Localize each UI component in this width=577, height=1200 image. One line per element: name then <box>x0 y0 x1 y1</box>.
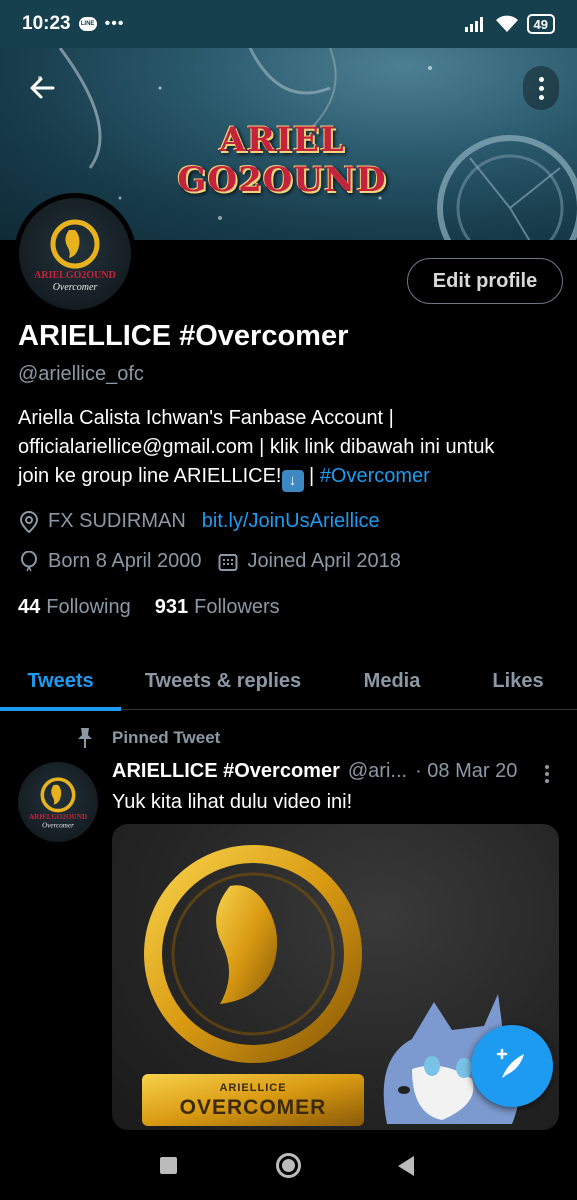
svg-text:Overcomer: Overcomer <box>53 282 98 293</box>
tweet-text: Yuk kita lihat dulu video ini! <box>112 791 353 813</box>
battery-icon: 49 <box>526 14 555 34</box>
bio-line: officialariellice@gmail.com | klik link … <box>18 436 495 458</box>
following-count: 44 <box>18 596 41 618</box>
system-back-button[interactable] <box>398 1156 414 1176</box>
followers-link[interactable]: 931 Followers <box>155 596 280 619</box>
line-app-icon: LINE <box>78 17 97 31</box>
profile-name: ARIELLICE #Overcomer <box>18 320 349 352</box>
status-bar: 10:23 LINE ••• 49 <box>0 0 577 48</box>
calendar-icon <box>217 551 239 573</box>
more-options-button[interactable] <box>523 66 559 110</box>
svg-text:ARIELGO2OUND: ARIELGO2OUND <box>29 813 87 821</box>
pinned-tweet-indicator: Pinned Tweet <box>74 727 220 749</box>
bio-line: join ke group line ARIELLICE! ↓ | #Overco… <box>18 462 563 492</box>
back-button[interactable] <box>24 70 60 106</box>
more-vertical-icon <box>545 765 549 769</box>
svg-text:ARIELGO2OUND: ARIELGO2OUND <box>34 270 116 281</box>
bio-hashtag-link[interactable]: #Overcomer <box>320 465 430 487</box>
banner-title: ARIEL GO2OUND <box>177 120 387 200</box>
location-icon <box>18 510 40 533</box>
profile-birthday: Born 8 April 2000 <box>48 550 202 572</box>
edit-profile-button[interactable]: Edit profile <box>407 258 563 304</box>
bio-text: join ke group line ARIELLICE! <box>18 465 282 487</box>
dates-row: Born 8 April 2000 Joined April 2018 <box>18 550 401 573</box>
wifi-icon <box>495 15 518 32</box>
bio-separator: | <box>303 465 320 487</box>
following-link[interactable]: 44 Following <box>18 596 131 619</box>
bio-line: Ariella Calista Ichwan's Fanbase Account… <box>18 407 394 429</box>
tab-tweets[interactable]: Tweets <box>0 652 121 711</box>
home-button[interactable] <box>276 1153 301 1178</box>
balloon-icon <box>18 550 40 573</box>
tweet-author-handle: @ari... <box>347 760 408 782</box>
profile-avatar[interactable]: ARIELGO2OUND Overcomer <box>14 193 136 315</box>
recent-apps-button[interactable] <box>160 1157 177 1174</box>
video-label-big: OVERCOMER <box>179 1096 327 1119</box>
svg-text:Overcomer: Overcomer <box>42 822 74 830</box>
signal-icon <box>464 17 483 32</box>
profile-handle: @ariellice_ofc <box>18 363 144 385</box>
tweet-options-button[interactable] <box>537 762 557 786</box>
video-label-small: ARIELLICE <box>219 1082 287 1094</box>
status-time: 10:23 <box>22 13 71 34</box>
profile-bio: Ariella Calista Ichwan's Fanbase Account… <box>18 404 563 492</box>
tweet-author-avatar[interactable]: ARIELGO2OUND Overcomer <box>18 762 98 842</box>
notification-overflow-icon: ••• <box>104 15 125 32</box>
tweet-author-name[interactable]: ARIELLICE #Overcomer <box>112 760 340 783</box>
compose-tweet-button[interactable] <box>471 1025 553 1107</box>
tweet-header: ARIELLICE #Overcomer @ari... · 08 Mar 20 <box>112 760 532 783</box>
follow-stats: 44 Following 931 Followers <box>18 596 280 619</box>
profile-tabs: Tweets Tweets & replies Media Likes <box>0 652 577 711</box>
tab-tweets-and-replies[interactable]: Tweets & replies <box>121 652 325 710</box>
following-label: Following <box>46 596 131 618</box>
compose-tweet-icon <box>496 1048 524 1078</box>
tweet-date: · 08 Mar 20 <box>415 760 518 782</box>
overcomer-logo-icon: ARIELGO2OUND Overcomer <box>29 777 87 830</box>
avatar: ARIELGO2OUND Overcomer <box>19 198 131 310</box>
tab-media[interactable]: Media <box>325 652 459 710</box>
system-navigation-bar <box>0 1130 577 1200</box>
overcomer-logo-icon: ARIELGO2OUND Overcomer <box>34 219 116 293</box>
profile-website-link[interactable]: bit.ly/JoinUsAriellice <box>202 510 380 533</box>
followers-label: Followers <box>194 596 280 618</box>
profile-location: FX SUDIRMAN <box>48 510 186 532</box>
more-vertical-icon <box>538 76 544 82</box>
pinned-tweet-label: Pinned Tweet <box>112 728 221 747</box>
down-arrow-emoji-icon: ↓ <box>281 470 304 492</box>
profile-joined-date: Joined April 2018 <box>247 550 401 572</box>
tab-likes[interactable]: Likes <box>459 652 577 710</box>
back-arrow-icon <box>30 77 55 99</box>
location-row: FX SUDIRMAN bit.ly/JoinUsAriellice <box>18 510 380 533</box>
pin-icon <box>74 727 96 749</box>
followers-count: 931 <box>154 596 189 618</box>
